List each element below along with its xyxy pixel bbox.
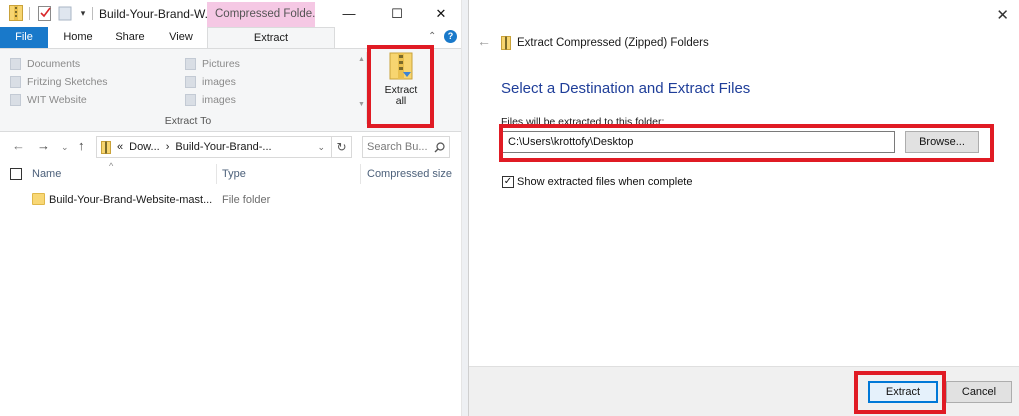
tab-view[interactable]: View bbox=[156, 27, 206, 48]
select-all-checkbox[interactable] bbox=[10, 168, 22, 180]
forward-arrow-icon[interactable]: → bbox=[37, 138, 50, 153]
column-separator[interactable] bbox=[360, 164, 361, 184]
show-extracted-files-checkbox[interactable]: ✓ bbox=[502, 176, 514, 188]
properties-icon[interactable] bbox=[37, 5, 53, 21]
extract-button-highlight bbox=[854, 371, 946, 414]
refresh-icon[interactable]: ↻ bbox=[332, 136, 352, 158]
breadcrumb-separator[interactable]: › bbox=[166, 141, 170, 153]
dialog-close-button[interactable]: ✕ bbox=[996, 6, 1009, 24]
folder-icon bbox=[32, 193, 45, 205]
extract-dialog: ✕ ← Extract Compressed (Zipped) Folders … bbox=[468, 0, 1019, 416]
ribbon-group-label: Extract To bbox=[164, 115, 212, 127]
tab-share[interactable]: Share bbox=[104, 27, 156, 48]
folder-icon bbox=[185, 76, 196, 88]
column-separator[interactable] bbox=[216, 164, 217, 184]
show-extracted-files-label[interactable]: Show extracted files when complete bbox=[517, 176, 692, 188]
help-icon[interactable]: ? bbox=[444, 30, 457, 43]
column-compressed-size[interactable]: Compressed size bbox=[367, 168, 452, 180]
separator bbox=[29, 7, 30, 20]
minimize-button[interactable]: — bbox=[326, 0, 372, 27]
folder-icon bbox=[185, 94, 196, 106]
folder-icon bbox=[10, 94, 21, 106]
compressed-folder-tools-tab[interactable]: Compressed Folde... bbox=[207, 2, 315, 27]
file-explorer-window: ▾ Build-Your-Brand-W... Compressed Folde… bbox=[0, 0, 462, 416]
customize-toolbar-icon[interactable]: ▾ bbox=[75, 5, 91, 21]
window-title: Build-Your-Brand-W... bbox=[99, 7, 215, 21]
zip-folder-icon[interactable] bbox=[8, 5, 24, 21]
breadcrumb-overflow[interactable]: « bbox=[117, 141, 123, 153]
file-name[interactable]: Build-Your-Brand-Website-mast... bbox=[49, 194, 212, 206]
title-bar: ▾ Build-Your-Brand-W... Compressed Folde… bbox=[0, 0, 461, 27]
destination-documents[interactable]: Documents bbox=[10, 56, 80, 72]
scroll-down-icon[interactable]: ▼ bbox=[358, 101, 365, 108]
address-dropdown-icon[interactable]: ⌄ bbox=[317, 142, 325, 153]
tab-file[interactable]: File bbox=[0, 27, 48, 48]
destination-wit-website[interactable]: WIT Website bbox=[10, 92, 87, 108]
recent-locations-icon[interactable]: ⌄ bbox=[61, 142, 69, 153]
destination-images-1[interactable]: images bbox=[185, 74, 236, 90]
address-bar[interactable]: « Dow... › Build-Your-Brand-... ⌄ bbox=[96, 136, 332, 158]
extract-all-highlight bbox=[367, 45, 434, 128]
column-name[interactable]: Name bbox=[32, 168, 61, 180]
close-button[interactable]: ✕ bbox=[418, 0, 461, 27]
separator bbox=[92, 7, 93, 20]
destination-pictures[interactable]: Pictures bbox=[185, 56, 240, 72]
back-arrow-icon[interactable]: ← bbox=[12, 138, 25, 153]
dialog-heading: Select a Destination and Extract Files bbox=[501, 80, 751, 97]
zip-folder-icon bbox=[501, 36, 511, 50]
breadcrumb-current[interactable]: Build-Your-Brand-... bbox=[175, 141, 271, 153]
ribbon-gallery-scroll[interactable]: ▲ ▼ bbox=[357, 56, 366, 108]
cancel-button[interactable]: Cancel bbox=[946, 381, 1012, 403]
tab-home[interactable]: Home bbox=[52, 27, 104, 48]
file-row[interactable]: Build-Your-Brand-Website-mast... File fo… bbox=[0, 190, 461, 210]
dialog-header: Extract Compressed (Zipped) Folders bbox=[501, 36, 709, 50]
zip-folder-icon bbox=[101, 140, 111, 154]
up-arrow-icon[interactable]: ↑ bbox=[78, 138, 85, 153]
navigation-bar: ← → ⌄ ↑ « Dow... › Build-Your-Brand-... … bbox=[0, 133, 461, 161]
folder-icon bbox=[10, 76, 21, 88]
destination-fritzing-sketches[interactable]: Fritzing Sketches bbox=[10, 74, 108, 90]
scroll-up-icon[interactable]: ▲ bbox=[358, 56, 365, 63]
folder-icon bbox=[10, 58, 21, 70]
folder-icon bbox=[185, 58, 196, 70]
column-header: Name Type Compressed size bbox=[0, 162, 461, 186]
search-box[interactable]: Search Bu... bbox=[362, 136, 450, 158]
breadcrumb-downloads[interactable]: Dow... bbox=[129, 141, 160, 153]
back-arrow-icon[interactable]: ← bbox=[477, 33, 491, 49]
column-type[interactable]: Type bbox=[222, 168, 246, 180]
file-type: File folder bbox=[222, 194, 271, 206]
search-input[interactable]: Search Bu... bbox=[367, 141, 428, 153]
destination-highlight bbox=[499, 124, 994, 162]
maximize-button[interactable]: ☐ bbox=[374, 0, 420, 27]
collapse-ribbon-icon[interactable]: ⌃ bbox=[428, 31, 436, 42]
dialog-title: Extract Compressed (Zipped) Folders bbox=[517, 37, 709, 49]
tab-extract[interactable]: Extract bbox=[207, 27, 335, 49]
new-folder-icon[interactable] bbox=[57, 5, 73, 21]
destination-images-2[interactable]: images bbox=[185, 92, 236, 108]
search-icon bbox=[434, 141, 445, 152]
